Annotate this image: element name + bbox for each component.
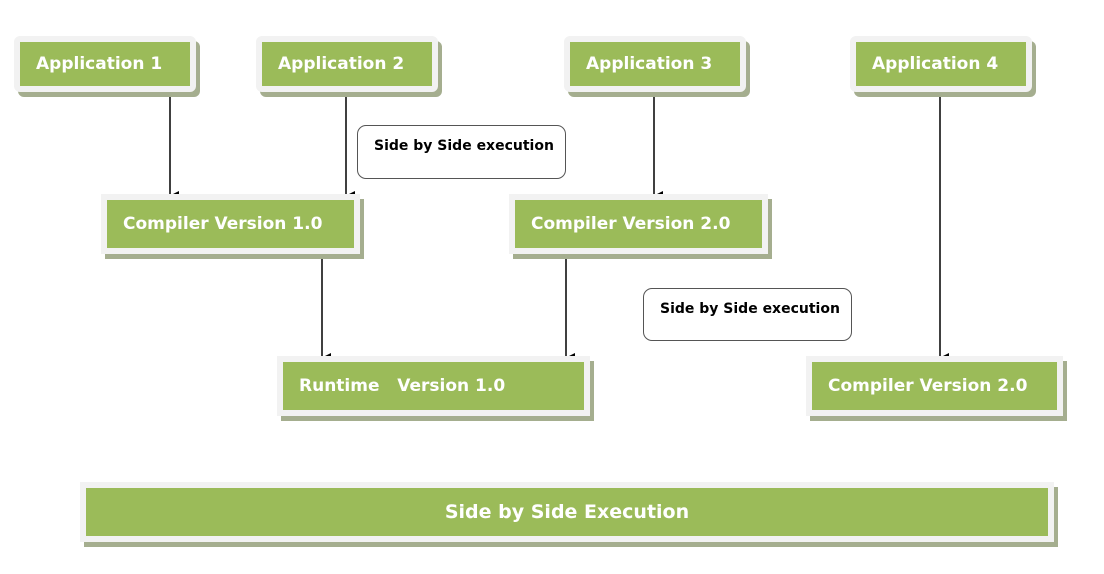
callout-side-by-side-2: Side by Side execution [643, 288, 852, 341]
compiler-1-box: Compiler Version 1.0 [101, 194, 360, 254]
footer-side-by-side-execution: Side by Side Execution [80, 482, 1054, 542]
runtime-box: Runtime Version 1.0 [277, 356, 590, 416]
application-3-box: Application 3 [564, 36, 746, 92]
compiler-2-right-box: Compiler Version 2.0 [806, 356, 1063, 416]
diagram: Application 1 Application 2 Application … [0, 0, 1104, 574]
callout-side-by-side-1: Side by Side execution [357, 125, 566, 179]
application-4-box: Application 4 [850, 36, 1032, 92]
application-2-box: Application 2 [256, 36, 438, 92]
compiler-2-box: Compiler Version 2.0 [509, 194, 768, 254]
application-1-box: Application 1 [14, 36, 196, 92]
